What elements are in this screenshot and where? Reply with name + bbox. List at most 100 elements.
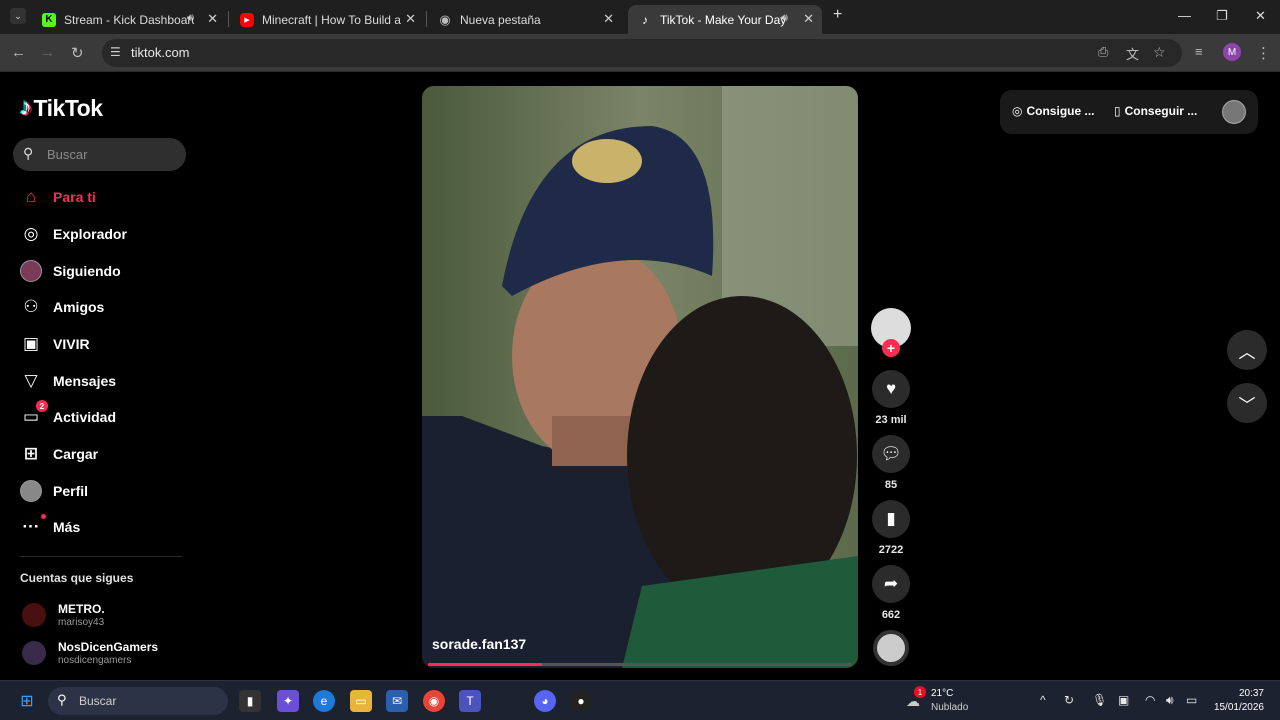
tab-minecraft-youtube[interactable]: ▶ Minecraft | How To Build a Fore ✕ — [230, 5, 424, 34]
nav-live[interactable]: ▣ VIVIR — [20, 330, 90, 358]
share-icon: ➦ — [872, 565, 910, 603]
previous-video-button[interactable]: ︿ — [1227, 330, 1267, 370]
sync-icon[interactable]: ↻ — [1064, 693, 1074, 707]
like-button[interactable]: ♥ 23 mil — [872, 370, 910, 426]
app-icon[interactable]: ● — [570, 690, 592, 712]
windows-start-icon[interactable]: ⊞ — [16, 690, 38, 712]
follow-button[interactable]: + — [882, 339, 900, 357]
close-icon[interactable]: ✕ — [603, 11, 614, 27]
avatar — [22, 603, 46, 627]
like-count: 23 mil — [875, 414, 907, 426]
followed-account[interactable]: NosDicenGamers nosdicengamers — [22, 640, 158, 666]
install-app-icon[interactable]: ⎙ — [1098, 44, 1108, 60]
close-icon[interactable]: ✕ — [207, 11, 218, 27]
save-button[interactable]: ▮ 2722 — [872, 500, 910, 556]
back-icon[interactable]: ← — [11, 44, 26, 61]
teams-icon[interactable]: T — [459, 690, 481, 712]
volume-icon[interactable]: 🔊︎ — [1166, 693, 1174, 708]
chevron-up-icon: ︿ — [1238, 342, 1256, 362]
copilot-icon[interactable]: ✦ — [277, 690, 299, 712]
wifi-icon[interactable]: ◠ — [1145, 693, 1155, 707]
tiktok-icon: ♪ — [642, 12, 648, 27]
nav-messages[interactable]: ▽ Mensajes — [20, 367, 116, 395]
save-count: 2722 — [878, 544, 904, 556]
profile-avatar[interactable]: M — [1223, 43, 1241, 61]
video-player[interactable]: sorade.fan137 — [422, 86, 858, 668]
share-count: 662 — [881, 609, 901, 621]
speaker-icon[interactable]: 🔊︎ — [781, 12, 788, 25]
taskbar-clock[interactable]: 20:37 15/01/2026 — [1212, 687, 1264, 715]
nav-profile[interactable]: Perfil — [20, 477, 88, 505]
tab-divider — [426, 11, 427, 27]
upload-icon: ⊞ — [23, 444, 39, 463]
chevron-up-icon[interactable]: ^ — [1040, 693, 1046, 707]
tab-tiktok[interactable]: ♪ TikTok - Make Your Day 🔊︎ ✕ — [628, 5, 822, 34]
user-avatar[interactable] — [1222, 100, 1246, 124]
get-app-button[interactable]: ▯ Conseguir ... — [1114, 104, 1197, 118]
menu-kebab-icon[interactable]: ⋮ — [1256, 44, 1271, 62]
nav-for-you[interactable]: ⌂ Para ti — [20, 183, 96, 211]
battery-icon[interactable]: ▭ — [1186, 693, 1197, 707]
chrome-icon: ◉ — [439, 11, 451, 27]
site-info-icon[interactable]: ☰ — [110, 45, 121, 59]
video-username[interactable]: sorade.fan137 — [432, 636, 526, 652]
translate-icon[interactable]: 文 — [1126, 44, 1139, 63]
close-icon[interactable]: ✕ — [803, 11, 814, 27]
display-icon[interactable]: ▣ — [1118, 693, 1129, 707]
video-progress-bar[interactable] — [428, 663, 852, 666]
comment-icon: 💬︎ — [872, 435, 910, 473]
tab-search-icon[interactable]: ⌄ — [10, 8, 26, 24]
followed-account[interactable]: METRO. marisoy43 — [22, 602, 105, 628]
discord-icon[interactable]: ◕ — [534, 690, 556, 712]
nav-following[interactable]: Siguiendo — [20, 257, 121, 285]
compass-icon: ◎ — [23, 224, 39, 243]
edge-icon[interactable]: e — [313, 690, 335, 712]
forward-icon[interactable]: → — [40, 44, 55, 61]
tiktok-logo-icon: ♪ — [20, 94, 32, 121]
nav-upload[interactable]: ⊞ Cargar — [20, 440, 98, 468]
taskbar-search[interactable]: ⚲ Buscar — [48, 687, 228, 715]
media-control-icon[interactable]: ≡ — [1195, 44, 1203, 59]
windows-taskbar: ⊞ ⚲ Buscar ▮ ✦ e ▭ ✉ ◉ T ◕ ● ☁ 1 21°C Nu… — [0, 680, 1280, 720]
heart-icon: ♥ — [872, 370, 910, 408]
bookmark-star-icon[interactable]: ☆ — [1153, 44, 1166, 61]
restore-button[interactable]: ❐ — [1216, 8, 1228, 24]
nav-activity[interactable]: ▭ 2 Actividad — [20, 400, 116, 431]
youtube-icon: ▶ — [240, 12, 254, 27]
following-accounts-heading: Cuentas que sigues — [20, 571, 134, 585]
next-video-button[interactable]: ﹀ — [1227, 383, 1267, 423]
tiktok-logo[interactable]: ♪ TikTok — [20, 94, 103, 122]
close-icon[interactable]: ✕ — [405, 11, 416, 27]
search-input[interactable]: ⚲ Buscar — [13, 138, 186, 171]
outlook-icon[interactable]: ✉ — [386, 690, 408, 712]
speaker-icon[interactable]: 🔊︎ — [187, 12, 194, 25]
comment-button[interactable]: 💬︎ 85 — [872, 435, 910, 491]
avatar — [22, 641, 46, 665]
nav-explore[interactable]: ◎ Explorador — [20, 220, 127, 248]
video-frame — [422, 86, 858, 668]
url-text[interactable]: tiktok.com — [131, 45, 190, 60]
weather-badge: 1 — [914, 686, 926, 698]
get-coins-button[interactable]: ◎ Consigue ... — [1012, 104, 1095, 118]
music-disc[interactable] — [873, 630, 909, 666]
profile-avatar-icon — [20, 480, 42, 502]
file-explorer-icon[interactable]: ▭ — [350, 690, 372, 712]
task-view-icon[interactable]: ▮ — [239, 690, 261, 712]
microphone-icon[interactable]: 🎙︎ — [1092, 693, 1107, 707]
bookmark-icon: ▮ — [872, 500, 910, 538]
activity-badge: 2 — [36, 400, 48, 412]
browser-toolbar: ← → ↻ ☰ tiktok.com ⎙ 文 ☆ ≡ M ⋮ — [0, 34, 1280, 72]
reload-icon[interactable]: ↻ — [71, 44, 84, 62]
nav-more[interactable]: ··· Más — [20, 513, 80, 541]
tab-kick[interactable]: K Stream - Kick Dashboard 🔊︎ ✕ — [32, 5, 226, 34]
close-window-button[interactable]: ✕ — [1255, 8, 1266, 24]
nav-friends[interactable]: ⚇ Amigos — [20, 293, 104, 321]
tab-divider — [228, 11, 229, 27]
new-tab-button[interactable]: + — [833, 6, 842, 24]
address-bar[interactable]: ☰ tiktok.com — [102, 39, 1182, 67]
share-button[interactable]: ➦ 662 — [872, 565, 910, 621]
chrome-taskbar-icon[interactable]: ◉ — [423, 690, 445, 712]
tab-new-tab[interactable]: ◉ Nueva pestaña ✕ — [428, 5, 622, 34]
top-right-actions: ◎ Consigue ... ▯ Conseguir ... — [1000, 90, 1258, 134]
minimize-button[interactable]: — — [1178, 8, 1191, 23]
